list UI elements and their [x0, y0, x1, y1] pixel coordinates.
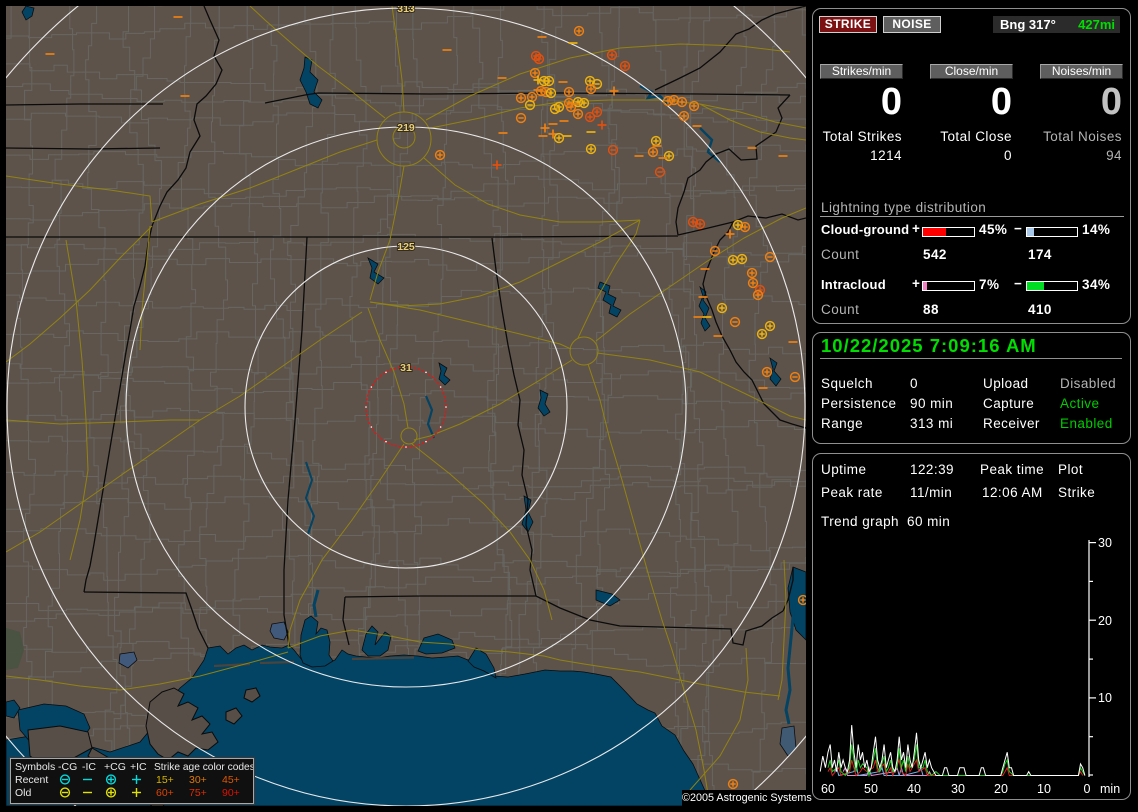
- svg-text:+CG: +CG: [104, 761, 126, 773]
- svg-text:-CG: -CG: [58, 761, 77, 773]
- svg-text:0: 0: [1084, 782, 1091, 796]
- svg-text:Strike age color codes: Strike age color codes: [154, 762, 253, 773]
- svg-text:20: 20: [994, 782, 1008, 796]
- svg-text:219: 219: [397, 122, 415, 134]
- svg-text:30: 30: [951, 782, 965, 796]
- svg-text:125: 125: [397, 241, 415, 253]
- svg-text:31: 31: [400, 362, 412, 374]
- svg-text:10: 10: [1098, 691, 1112, 705]
- svg-text:min: min: [1100, 782, 1120, 796]
- svg-text:Recent: Recent: [15, 774, 48, 786]
- svg-text:30: 30: [1098, 536, 1112, 550]
- svg-text:60+: 60+: [156, 787, 174, 799]
- svg-text:45+: 45+: [222, 774, 240, 786]
- svg-text:Symbols: Symbols: [15, 761, 55, 773]
- svg-text:40: 40: [907, 782, 921, 796]
- svg-text:75+: 75+: [189, 787, 207, 799]
- svg-text:90+: 90+: [222, 787, 240, 799]
- svg-text:50: 50: [864, 782, 878, 796]
- svg-text:313: 313: [397, 6, 415, 15]
- svg-text:-IC: -IC: [82, 761, 96, 773]
- svg-text:30+: 30+: [189, 774, 207, 786]
- svg-text:Old: Old: [15, 787, 32, 799]
- svg-text:15+: 15+: [156, 774, 174, 786]
- svg-text:20: 20: [1098, 614, 1112, 628]
- svg-text:60: 60: [821, 782, 835, 796]
- svg-text:10: 10: [1037, 782, 1051, 796]
- svg-text:+IC: +IC: [130, 761, 147, 773]
